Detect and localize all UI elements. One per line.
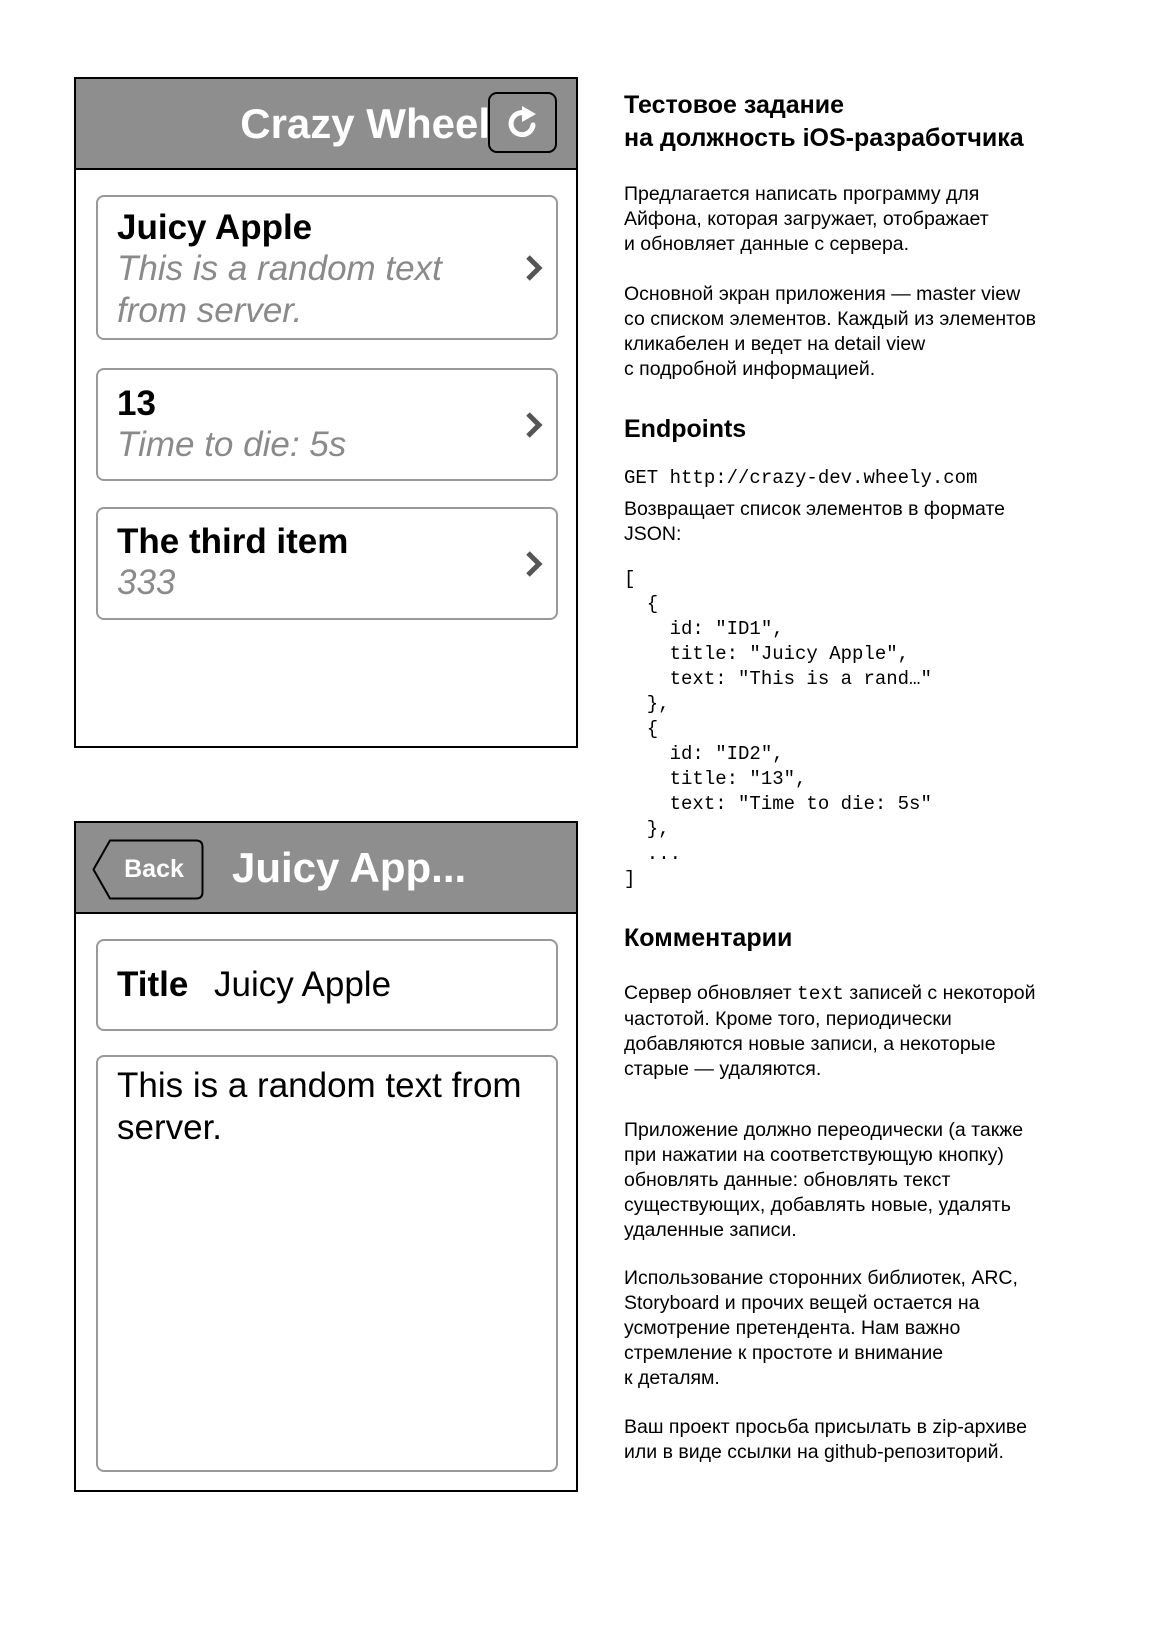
list-item-title: Juicy Apple	[117, 208, 313, 247]
comment-paragraph-3: Использование сторонних библиотек, ARC, …	[624, 1267, 1018, 1389]
refresh-button[interactable]	[488, 92, 557, 153]
endpoints-heading: Endpoints	[624, 415, 747, 443]
list-item-text: Time to die: 5s	[117, 425, 347, 464]
detail-nav-title: Juicy App...	[232, 844, 467, 891]
comment-1-code: text	[797, 983, 844, 1005]
heading-line-2: на должность iOS-разработчика	[624, 124, 1024, 152]
list-item-text: This is a random text from server.	[117, 249, 442, 330]
list-item-text: 333	[117, 563, 176, 602]
comment-paragraph-4: Ваш проект просьба присылать в zip-архив…	[624, 1416, 1027, 1463]
detail-navbar: Back Juicy App...	[76, 823, 576, 914]
master-nav-title: Crazy Wheel	[240, 100, 490, 147]
endpoint-description: Возвращает список элементов в формате JS…	[624, 498, 1006, 545]
title-value: Juicy Apple	[214, 965, 392, 1004]
intro-paragraph-1: Предлагается написать программу для Айфо…	[624, 183, 989, 255]
comment-paragraph-1: Сервер обновляет text записей с некоторо…	[624, 981, 1144, 1082]
list-item[interactable]: Juicy Apple This is a random text from s…	[96, 195, 558, 340]
json-example: [ { id: "ID1", title: "Juicy Apple", tex…	[624, 568, 932, 890]
document-heading: Тестовое задание на должность iOS-разраб…	[624, 89, 1144, 155]
detail-view-mockup: Back Juicy App... Title Juicy Apple This…	[74, 821, 578, 1492]
list-item-title: 13	[117, 384, 156, 423]
back-button-label: Back	[124, 855, 184, 883]
heading-line-1: Тестовое задание	[624, 91, 844, 119]
master-navbar: Crazy Wheel	[76, 79, 576, 170]
title-label: Title	[117, 965, 189, 1004]
refresh-icon	[508, 105, 536, 137]
list-item[interactable]: The third item 333	[96, 507, 558, 620]
chevron-right-icon	[526, 411, 543, 438]
comments-heading: Комментарии	[624, 924, 793, 952]
body-text: This is a random text from server.	[117, 1066, 522, 1147]
back-button[interactable]: Back	[92, 839, 204, 900]
comment-1-text: Сервер обновляет	[624, 982, 798, 1004]
list-item[interactable]: 13 Time to die: 5s	[96, 368, 558, 481]
chevron-right-icon	[526, 254, 543, 281]
endpoint-url: GET http://crazy-dev.wheely.com	[624, 467, 978, 489]
list-item-title: The third item	[117, 522, 349, 561]
master-view-mockup: Crazy Wheel Juicy Apple This is a random…	[74, 77, 578, 748]
title-row: Title Juicy Apple	[96, 939, 558, 1031]
comment-paragraph-2: Приложение должно переодически (а также …	[624, 1119, 1024, 1241]
chevron-right-icon	[526, 550, 543, 577]
body-text-box: This is a random text from server.	[96, 1055, 558, 1472]
intro-paragraph-2: Основной экран приложения — master view …	[624, 283, 1037, 380]
